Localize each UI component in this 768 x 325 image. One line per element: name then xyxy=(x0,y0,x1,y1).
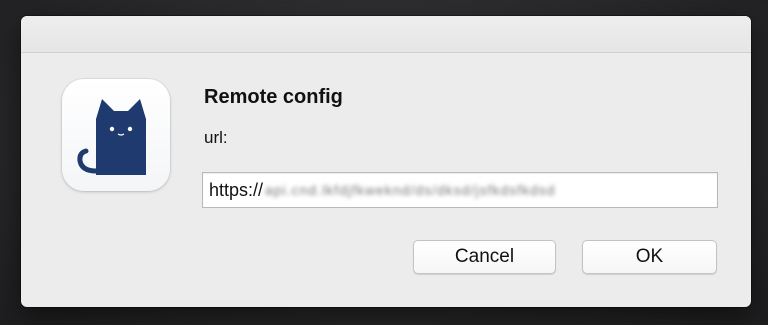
ok-button[interactable]: OK xyxy=(582,240,717,274)
cat-app-icon xyxy=(62,79,170,191)
url-label: url: xyxy=(204,128,228,147)
url-visible-text: https:// xyxy=(209,179,264,200)
url-input[interactable]: https:// api.cnd.lkfdjfkweknd/ds/dksd/js… xyxy=(202,172,718,208)
dialog-title: Remote config xyxy=(204,86,343,108)
remote-config-dialog: Remote config url: https:// api.cnd.lkfd… xyxy=(21,16,751,307)
dialog-titlebar xyxy=(21,16,751,53)
cancel-button[interactable]: Cancel xyxy=(413,240,556,274)
url-obscured-text: api.cnd.lkfdjfkweknd/ds/dksd/jsfkdsfkdsd xyxy=(265,182,556,198)
cat-icon xyxy=(77,99,146,175)
